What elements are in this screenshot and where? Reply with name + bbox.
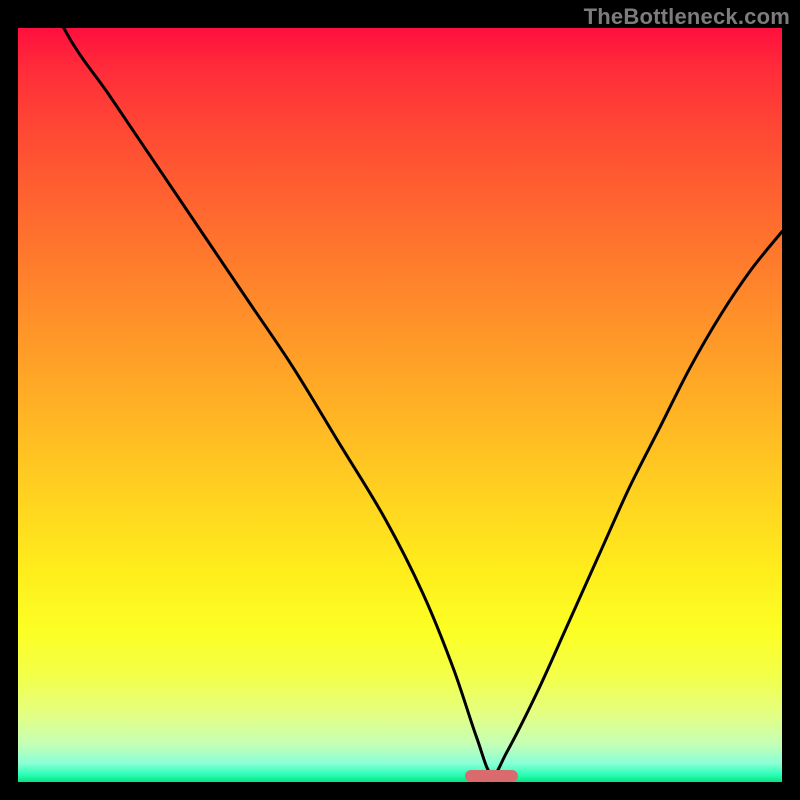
optimal-marker <box>465 770 518 782</box>
plot-area <box>18 28 782 782</box>
bottleneck-curve <box>18 28 782 782</box>
chart-frame: TheBottleneck.com <box>0 0 800 800</box>
watermark-text: TheBottleneck.com <box>584 4 790 30</box>
